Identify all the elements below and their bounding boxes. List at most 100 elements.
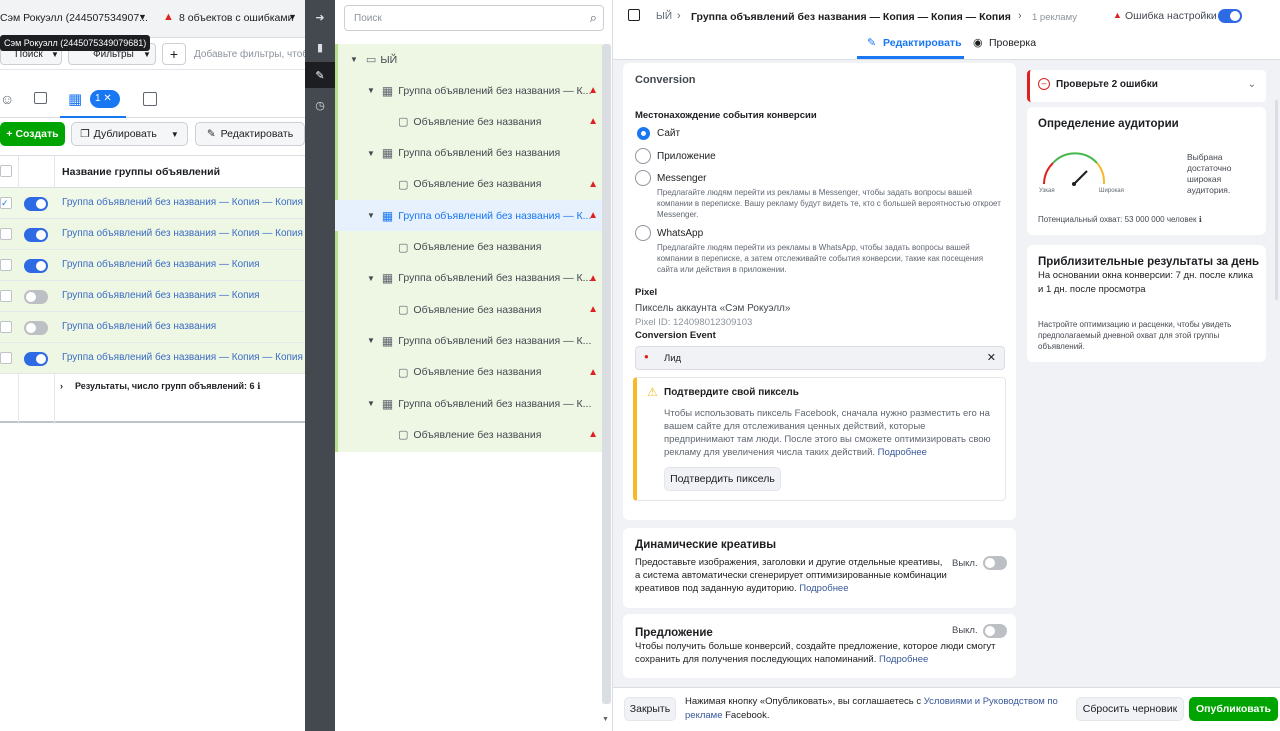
row-checkbox[interactable]: [0, 290, 12, 302]
row-checkbox[interactable]: ✓: [0, 197, 12, 209]
tree-adset[interactable]: ▼ ▦ Группа объявлений без названия — К... ▲: [335, 200, 603, 232]
filter-placeholder[interactable]: Добавьте фильтры, чтобы: [194, 49, 305, 60]
column-header-name[interactable]: Название группы объявлений: [62, 166, 220, 178]
adset-status-toggle[interactable]: [1218, 9, 1242, 23]
select-all-checkbox[interactable]: [0, 165, 12, 177]
row-checkbox[interactable]: [0, 228, 12, 240]
tree-ad[interactable]: ▢ Объявление без названия: [335, 232, 603, 263]
create-button[interactable]: + Создать: [0, 122, 65, 146]
adset-grid-icon: ▦: [381, 146, 394, 161]
table-row[interactable]: Группа объявлений без названия — Копия: [0, 250, 305, 281]
selection-badge[interactable]: 1 ✕: [90, 90, 120, 108]
duplicate-button[interactable]: ❐ Дублировать ▼: [71, 122, 188, 146]
breadcrumb-ads[interactable]: 1 рекламу: [1032, 12, 1077, 23]
add-filter-icon[interactable]: +: [162, 43, 186, 65]
chevron-down-icon[interactable]: ▼: [288, 12, 297, 22]
adset-toggle[interactable]: [24, 197, 48, 211]
campaign-folder-icon[interactable]: [34, 92, 47, 104]
adset-name-link[interactable]: Группа объявлений без названия — Копия —…: [62, 197, 305, 208]
estimated-results-card: Приблизительные результаты за день На ос…: [1027, 245, 1266, 362]
close-button[interactable]: Закрыть: [624, 697, 676, 721]
reset-draft-button[interactable]: Сбросить черновик: [1076, 697, 1184, 721]
tree-ad[interactable]: ▢ Объявление без названия ▲: [335, 357, 603, 388]
confirm-pixel-button[interactable]: Подтвердить пиксель: [664, 467, 781, 491]
tree-item-label: Группа объявлений без названия — К...: [398, 209, 592, 222]
row-checkbox[interactable]: [0, 352, 12, 364]
tab-edit[interactable]: ✎ Редактировать: [857, 34, 964, 59]
audience-card: Определение аудитории Узкая Широкая Выбр…: [1027, 107, 1266, 235]
duplicate-icon: ❐: [80, 128, 90, 140]
tab-review[interactable]: ◉ Проверка: [971, 34, 1051, 59]
pencil-icon[interactable]: ✎: [305, 62, 335, 88]
tab-adsets[interactable]: ▦ 1 ✕: [60, 84, 126, 118]
warning-icon: ▲: [588, 272, 598, 284]
learn-more-link[interactable]: Подробнее: [879, 654, 928, 665]
tree-item-label: Группа объявлений без названия — К...: [398, 272, 592, 285]
adset-toggle[interactable]: [24, 352, 48, 366]
breadcrumb-campaign[interactable]: ЫЙ: [656, 11, 672, 22]
edit-button[interactable]: ✎ Редактировать: [195, 122, 305, 146]
tree-ad[interactable]: ▢ Объявление без названия ▲: [335, 419, 603, 450]
editor-scrollbar[interactable]: [1275, 100, 1278, 300]
errors-banner[interactable]: – Проверьте 2 ошибки ⌄: [1027, 70, 1266, 102]
radio-whatsapp[interactable]: [635, 225, 651, 241]
breadcrumb-adset[interactable]: Группа объявлений без названия — Копия —…: [691, 11, 1011, 23]
row-checkbox[interactable]: [0, 321, 12, 333]
table-row[interactable]: Группа объявлений без названия — Копия: [0, 281, 305, 312]
errors-dropdown[interactable]: 8 объектов с ошибками: [179, 12, 293, 24]
warning-icon: ▲: [588, 304, 598, 316]
tree-adset[interactable]: ▼ ▦ Группа объявлений без названия — К...: [335, 325, 603, 356]
adset-name-link[interactable]: Группа объявлений без названия — Копия: [62, 290, 260, 301]
smiley-icon[interactable]: ☺: [0, 91, 14, 107]
adset-name-link[interactable]: Группа объявлений без названия — Копия —…: [62, 228, 303, 239]
radio-messenger[interactable]: [635, 170, 651, 186]
tree-scrollbar[interactable]: [602, 44, 611, 704]
ads-tab-icon[interactable]: [143, 92, 157, 106]
adset-toggle[interactable]: [24, 259, 48, 273]
chart-icon[interactable]: ▮: [305, 34, 335, 60]
publish-notice: Нажимая кнопку «Опубликовать», вы соглаш…: [685, 696, 1058, 721]
caret-down-icon: ▼: [367, 399, 375, 408]
learn-more-link[interactable]: Подробнее: [799, 583, 848, 594]
account-selector[interactable]: Сэм Рокуэлл (244507534907...: [0, 12, 148, 24]
adset-toggle[interactable]: [24, 228, 48, 242]
clear-icon[interactable]: ✕: [987, 351, 996, 364]
learn-more-link[interactable]: Подробнее: [878, 447, 927, 458]
tree-adset[interactable]: ▼ ▦ Группа объявлений без названия — К... ▲: [335, 75, 603, 106]
panel-toggle-icon[interactable]: [628, 9, 640, 21]
adset-toggle[interactable]: [24, 290, 48, 304]
ad-icon: ▢: [398, 366, 409, 379]
radio-site[interactable]: [637, 127, 650, 140]
adset-name-link[interactable]: Группа объявлений без названия — Копия —…: [62, 352, 305, 363]
row-checkbox[interactable]: [0, 259, 12, 271]
tree-ad[interactable]: ▢ Объявление без названия ▲: [335, 106, 603, 137]
scroll-down-icon[interactable]: ▼: [602, 716, 609, 723]
offer-toggle[interactable]: [983, 624, 1007, 638]
tree-item-label: Группа объявлений без названия: [398, 147, 561, 160]
chevron-down-icon[interactable]: ▼: [138, 12, 147, 22]
tree-search-input[interactable]: Поиск ⌕: [344, 5, 604, 31]
tree-adset[interactable]: ▼ ▦ Группа объявлений без названия: [335, 138, 603, 169]
dynamic-creative-toggle[interactable]: [983, 556, 1007, 570]
forward-icon[interactable]: ➜: [305, 4, 335, 30]
adset-name-link[interactable]: Группа объявлений без названия — Копия: [62, 259, 260, 270]
tree-adset[interactable]: ▼ ▦ Группа объявлений без названия — К...: [335, 388, 603, 419]
adset-toggle[interactable]: [24, 321, 48, 335]
conversion-event-select[interactable]: ● Лид ✕: [635, 346, 1005, 370]
tree-item-label: Объявление без названия: [413, 241, 542, 253]
ad-icon: ▢: [398, 429, 409, 442]
action-toolbar: + Создать ❐ Дублировать ▼ ✎ Редактировать: [0, 122, 305, 148]
publish-button[interactable]: Опубликовать: [1189, 697, 1278, 721]
tree-ad[interactable]: ▢ Объявление без названия ▲: [335, 169, 603, 200]
table-row[interactable]: Группа объявлений без названия: [0, 312, 305, 343]
grid-icon: ▦: [68, 91, 83, 108]
table-row[interactable]: Группа объявлений без названия — Копия —…: [0, 219, 305, 250]
tree-campaign[interactable]: ▼ ▭ ЫЙ: [335, 44, 603, 75]
table-row[interactable]: ✓ Группа объявлений без названия — Копия …: [0, 188, 305, 219]
adset-name-link[interactable]: Группа объявлений без названия: [62, 321, 216, 332]
radio-app[interactable]: [635, 148, 651, 164]
tree-adset[interactable]: ▼ ▦ Группа объявлений без названия — К... ▲: [335, 263, 603, 294]
clock-icon[interactable]: ◷: [305, 92, 335, 118]
table-row[interactable]: Группа объявлений без названия — Копия —…: [0, 343, 305, 374]
tree-ad[interactable]: ▢ Объявление без названия ▲: [335, 294, 603, 325]
